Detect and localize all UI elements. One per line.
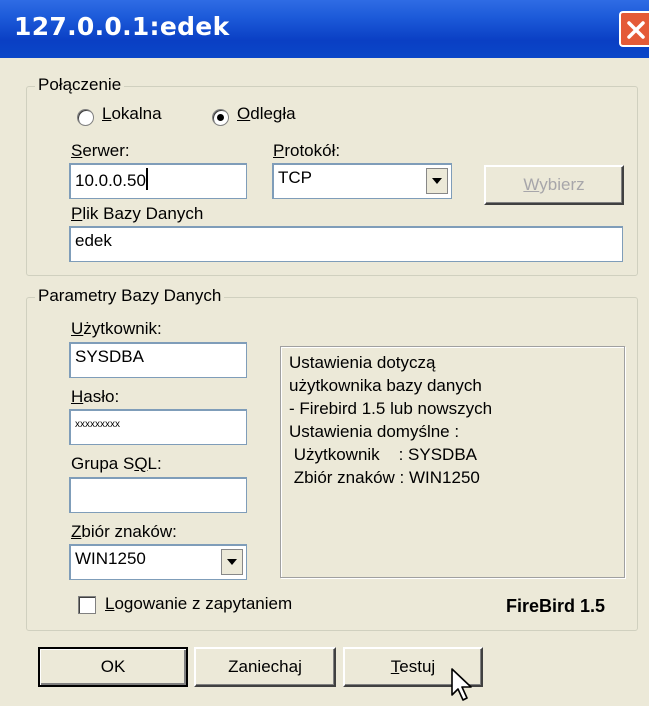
- close-icon: [627, 21, 645, 39]
- user-input[interactable]: SYSDBA: [69, 342, 247, 378]
- database-file-input[interactable]: edek: [69, 226, 623, 262]
- version-label: FireBird 1.5: [506, 596, 606, 616]
- window-title: 127.0.0.1:edek: [14, 12, 230, 41]
- settings-info-box: Ustawienia dotyczą użytkownika bazy dany…: [280, 346, 625, 578]
- db-params-legend: Parametry Bazy Danych: [35, 286, 225, 306]
- cancel-button[interactable]: Zaniechaj: [194, 647, 336, 687]
- info-line: Zbiór znaków : WIN1250: [289, 468, 480, 487]
- remote-radio[interactable]: [212, 109, 229, 126]
- local-radio-label[interactable]: Lokalna: [102, 104, 162, 124]
- ok-button[interactable]: OK: [38, 647, 188, 687]
- info-line: użytkownika bazy danych: [289, 376, 482, 395]
- mouse-pointer-icon: [451, 668, 472, 701]
- info-line: Ustawienia dotyczą: [289, 353, 436, 372]
- local-radio[interactable]: [77, 109, 94, 126]
- server-label: Serwer:: [71, 141, 130, 160]
- info-line: Użytkownik : SYSDBA: [289, 445, 477, 464]
- charset-dropdown-button[interactable]: [221, 549, 243, 575]
- password-label: Hasło:: [71, 387, 120, 406]
- info-line: Ustawienia domyślne :: [289, 422, 460, 441]
- choose-button[interactable]: Wybierz: [484, 165, 624, 205]
- charset-select[interactable]: WIN1250: [69, 544, 247, 580]
- login-prompt-checkbox[interactable]: [78, 596, 96, 614]
- sql-group-input[interactable]: [69, 477, 247, 513]
- sql-group-label: Grupa SQL:: [71, 454, 162, 473]
- info-line: - Firebird 1.5 lub nowszych: [289, 399, 493, 418]
- remote-radio-label[interactable]: Odległa: [237, 104, 296, 124]
- charset-label: Zbiór znaków:: [71, 522, 177, 541]
- connection-legend: Połączenie: [35, 75, 125, 95]
- protocol-dropdown-button[interactable]: [426, 168, 448, 194]
- server-input[interactable]: 10.0.0.50: [69, 163, 247, 199]
- protocol-label: Protokół:: [273, 141, 341, 160]
- password-input[interactable]: xxxxxxxxx: [69, 409, 247, 445]
- user-label: Użytkownik:: [71, 319, 162, 338]
- login-prompt-label[interactable]: Logowanie z zapytaniem: [105, 594, 292, 614]
- chevron-down-icon: [227, 559, 237, 565]
- title-bar[interactable]: 127.0.0.1:edek: [0, 0, 649, 58]
- close-button[interactable]: [619, 11, 649, 47]
- chevron-down-icon: [432, 178, 442, 184]
- database-file-label: Plik Bazy Danych: [71, 204, 204, 223]
- protocol-select[interactable]: TCP: [272, 163, 452, 199]
